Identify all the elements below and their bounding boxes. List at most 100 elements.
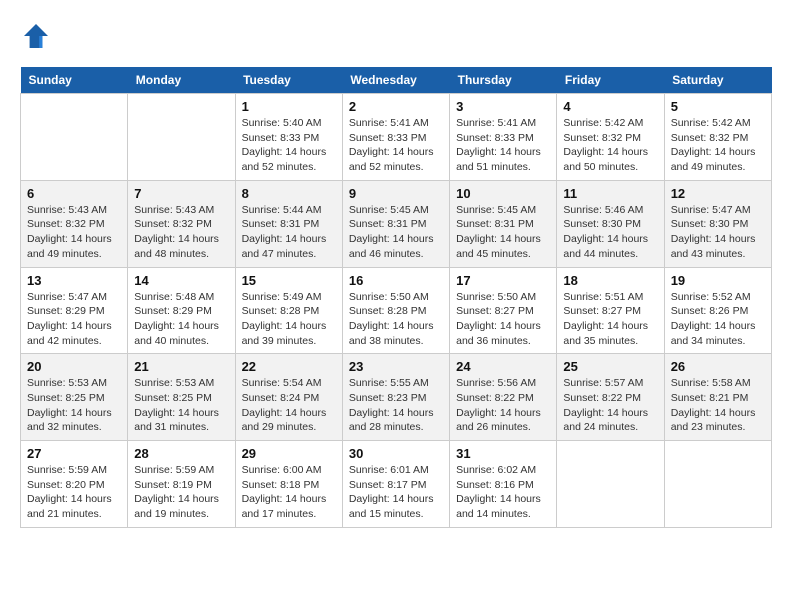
day-number: 2 [349, 99, 443, 114]
day-number: 5 [671, 99, 765, 114]
calendar-week-2: 6 Sunrise: 5:43 AM Sunset: 8:32 PM Daylig… [21, 180, 772, 267]
calendar-cell: 21 Sunrise: 5:53 AM Sunset: 8:25 PM Dayli… [128, 354, 235, 441]
day-number: 16 [349, 273, 443, 288]
calendar-cell [21, 94, 128, 181]
day-number: 26 [671, 359, 765, 374]
day-number: 27 [27, 446, 121, 461]
day-number: 12 [671, 186, 765, 201]
day-header-wednesday: Wednesday [342, 67, 449, 94]
calendar-cell: 4 Sunrise: 5:42 AM Sunset: 8:32 PM Daylig… [557, 94, 664, 181]
day-info: Sunrise: 5:59 AM Sunset: 8:19 PM Dayligh… [134, 463, 228, 522]
day-info: Sunrise: 5:45 AM Sunset: 8:31 PM Dayligh… [349, 203, 443, 262]
day-number: 13 [27, 273, 121, 288]
calendar-cell: 20Sunrise: 5:53 AM Sunset: 8:25 PM Dayli… [21, 354, 128, 441]
calendar-cell: 16 Sunrise: 5:50 AM Sunset: 8:28 PM Dayli… [342, 267, 449, 354]
calendar-week-4: 20Sunrise: 5:53 AM Sunset: 8:25 PM Dayli… [21, 354, 772, 441]
calendar-cell: 29 Sunrise: 6:00 AM Sunset: 8:18 PM Dayli… [235, 441, 342, 528]
calendar-cell: 8 Sunrise: 5:44 AM Sunset: 8:31 PM Daylig… [235, 180, 342, 267]
calendar-table: SundayMondayTuesdayWednesdayThursdayFrid… [20, 67, 772, 528]
day-info: Sunrise: 5:45 AM Sunset: 8:31 PM Dayligh… [456, 203, 550, 262]
day-number: 1 [242, 99, 336, 114]
day-number: 21 [134, 359, 228, 374]
calendar-cell: 7 Sunrise: 5:43 AM Sunset: 8:32 PM Daylig… [128, 180, 235, 267]
day-info: Sunrise: 5:51 AM Sunset: 8:27 PM Dayligh… [563, 290, 657, 349]
calendar-cell: 9 Sunrise: 5:45 AM Sunset: 8:31 PM Daylig… [342, 180, 449, 267]
calendar-cell: 13Sunrise: 5:47 AM Sunset: 8:29 PM Dayli… [21, 267, 128, 354]
day-info: Sunrise: 5:41 AM Sunset: 8:33 PM Dayligh… [349, 116, 443, 175]
day-info: Sunrise: 5:41 AM Sunset: 8:33 PM Dayligh… [456, 116, 550, 175]
day-number: 22 [242, 359, 336, 374]
day-info: Sunrise: 5:57 AM Sunset: 8:22 PM Dayligh… [563, 376, 657, 435]
day-info: Sunrise: 5:42 AM Sunset: 8:32 PM Dayligh… [671, 116, 765, 175]
day-info: Sunrise: 6:01 AM Sunset: 8:17 PM Dayligh… [349, 463, 443, 522]
calendar-cell: 25 Sunrise: 5:57 AM Sunset: 8:22 PM Dayli… [557, 354, 664, 441]
calendar-cell: 14 Sunrise: 5:48 AM Sunset: 8:29 PM Dayli… [128, 267, 235, 354]
day-info: Sunrise: 5:59 AM Sunset: 8:20 PM Dayligh… [27, 463, 121, 522]
day-info: Sunrise: 5:42 AM Sunset: 8:32 PM Dayligh… [563, 116, 657, 175]
day-number: 14 [134, 273, 228, 288]
day-header-thursday: Thursday [450, 67, 557, 94]
day-number: 6 [27, 186, 121, 201]
day-info: Sunrise: 5:55 AM Sunset: 8:23 PM Dayligh… [349, 376, 443, 435]
day-number: 17 [456, 273, 550, 288]
calendar-cell [664, 441, 771, 528]
day-info: Sunrise: 5:50 AM Sunset: 8:28 PM Dayligh… [349, 290, 443, 349]
calendar-cell: 28 Sunrise: 5:59 AM Sunset: 8:19 PM Dayli… [128, 441, 235, 528]
day-number: 23 [349, 359, 443, 374]
day-number: 10 [456, 186, 550, 201]
day-info: Sunrise: 6:00 AM Sunset: 8:18 PM Dayligh… [242, 463, 336, 522]
day-number: 30 [349, 446, 443, 461]
calendar-cell: 11 Sunrise: 5:46 AM Sunset: 8:30 PM Dayli… [557, 180, 664, 267]
calendar-cell: 2 Sunrise: 5:41 AM Sunset: 8:33 PM Daylig… [342, 94, 449, 181]
day-number: 4 [563, 99, 657, 114]
calendar-cell: 12 Sunrise: 5:47 AM Sunset: 8:30 PM Dayli… [664, 180, 771, 267]
day-info: Sunrise: 5:53 AM Sunset: 8:25 PM Dayligh… [27, 376, 121, 435]
calendar-cell: 23 Sunrise: 5:55 AM Sunset: 8:23 PM Dayli… [342, 354, 449, 441]
day-info: Sunrise: 5:47 AM Sunset: 8:30 PM Dayligh… [671, 203, 765, 262]
day-info: Sunrise: 5:49 AM Sunset: 8:28 PM Dayligh… [242, 290, 336, 349]
day-info: Sunrise: 5:56 AM Sunset: 8:22 PM Dayligh… [456, 376, 550, 435]
day-info: Sunrise: 5:50 AM Sunset: 8:27 PM Dayligh… [456, 290, 550, 349]
day-number: 24 [456, 359, 550, 374]
day-info: Sunrise: 5:53 AM Sunset: 8:25 PM Dayligh… [134, 376, 228, 435]
day-number: 28 [134, 446, 228, 461]
day-info: Sunrise: 5:44 AM Sunset: 8:31 PM Dayligh… [242, 203, 336, 262]
calendar-cell: 1Sunrise: 5:40 AM Sunset: 8:33 PM Daylig… [235, 94, 342, 181]
day-number: 7 [134, 186, 228, 201]
calendar-cell: 26 Sunrise: 5:58 AM Sunset: 8:21 PM Dayli… [664, 354, 771, 441]
day-header-friday: Friday [557, 67, 664, 94]
header [20, 20, 772, 52]
day-info: Sunrise: 5:48 AM Sunset: 8:29 PM Dayligh… [134, 290, 228, 349]
day-header-sunday: Sunday [21, 67, 128, 94]
day-number: 25 [563, 359, 657, 374]
day-number: 19 [671, 273, 765, 288]
day-number: 18 [563, 273, 657, 288]
logo [20, 20, 58, 52]
calendar-cell [128, 94, 235, 181]
calendar-week-3: 13Sunrise: 5:47 AM Sunset: 8:29 PM Dayli… [21, 267, 772, 354]
day-info: Sunrise: 5:43 AM Sunset: 8:32 PM Dayligh… [134, 203, 228, 262]
day-info: Sunrise: 5:54 AM Sunset: 8:24 PM Dayligh… [242, 376, 336, 435]
day-info: Sunrise: 5:58 AM Sunset: 8:21 PM Dayligh… [671, 376, 765, 435]
day-info: Sunrise: 5:52 AM Sunset: 8:26 PM Dayligh… [671, 290, 765, 349]
calendar-cell: 22 Sunrise: 5:54 AM Sunset: 8:24 PM Dayli… [235, 354, 342, 441]
calendar-week-1: 1Sunrise: 5:40 AM Sunset: 8:33 PM Daylig… [21, 94, 772, 181]
calendar-cell: 24 Sunrise: 5:56 AM Sunset: 8:22 PM Dayli… [450, 354, 557, 441]
day-info: Sunrise: 5:46 AM Sunset: 8:30 PM Dayligh… [563, 203, 657, 262]
day-header-tuesday: Tuesday [235, 67, 342, 94]
calendar-cell: 30 Sunrise: 6:01 AM Sunset: 8:17 PM Dayli… [342, 441, 449, 528]
day-number: 29 [242, 446, 336, 461]
logo-icon [20, 20, 52, 52]
calendar-cell: 17 Sunrise: 5:50 AM Sunset: 8:27 PM Dayli… [450, 267, 557, 354]
day-number: 8 [242, 186, 336, 201]
day-number: 31 [456, 446, 550, 461]
day-number: 11 [563, 186, 657, 201]
calendar-week-5: 27 Sunrise: 5:59 AM Sunset: 8:20 PM Dayli… [21, 441, 772, 528]
calendar-cell: 10 Sunrise: 5:45 AM Sunset: 8:31 PM Dayli… [450, 180, 557, 267]
calendar-header: SundayMondayTuesdayWednesdayThursdayFrid… [21, 67, 772, 94]
calendar-cell: 31Sunrise: 6:02 AM Sunset: 8:16 PM Dayli… [450, 441, 557, 528]
day-number: 9 [349, 186, 443, 201]
header-row: SundayMondayTuesdayWednesdayThursdayFrid… [21, 67, 772, 94]
calendar-cell: 3Sunrise: 5:41 AM Sunset: 8:33 PM Daylig… [450, 94, 557, 181]
day-number: 15 [242, 273, 336, 288]
